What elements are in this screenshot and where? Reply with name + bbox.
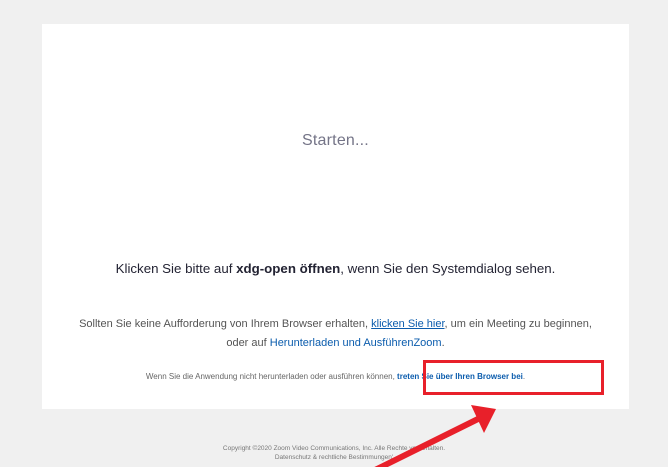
fallback-line-1: Sollten Sie keine Aufforderung von Ihrem…: [25, 315, 646, 334]
starting-status: Starten...: [302, 132, 369, 149]
fallback-line-2: oder auf Herunterladen und AusführenZoom…: [42, 334, 629, 353]
fallback-line2-suffix: .: [441, 337, 445, 349]
fallback-line1-suffix: , um ein Meeting zu beginnen,: [444, 318, 592, 330]
prompt-prefix: Klicken Sie bitte auf: [115, 261, 237, 276]
fallback-line1-prefix: Sollten Sie keine Aufforderung von Ihrem…: [79, 318, 372, 330]
fallback-instructions: Sollten Sie keine Aufforderung von Ihrem…: [42, 315, 629, 353]
browser-join-prefix: Wenn Sie die Anwendung nicht herunterlad…: [145, 372, 398, 381]
fallback-line2-prefix: oder auf: [226, 337, 270, 349]
prompt-suffix: , wenn Sie den Systemdialog sehen.: [340, 261, 556, 276]
legal-link[interactable]: Datenschutz & rechtliche Bestimmungen': [0, 453, 668, 462]
footer: Copyright ©2020 Zoom Video Communication…: [0, 444, 668, 462]
page: { "launch": { "status": "Starten...", "p…: [0, 0, 668, 467]
click-here-link[interactable]: klicken Sie hier: [371, 318, 444, 330]
copyright-text: Copyright ©2020 Zoom Video Communication…: [222, 445, 446, 452]
launch-prompt: Klicken Sie bitte auf xdg-open öffnen, w…: [42, 261, 629, 276]
launch-card: Starten... Klicken Sie bitte auf xdg-ope…: [42, 24, 629, 409]
prompt-action: xdg-open öffnen: [236, 261, 341, 276]
download-and-run-link[interactable]: Herunterladen und AusführenZoom: [270, 337, 442, 349]
annotation-highlight-box: [423, 360, 604, 395]
